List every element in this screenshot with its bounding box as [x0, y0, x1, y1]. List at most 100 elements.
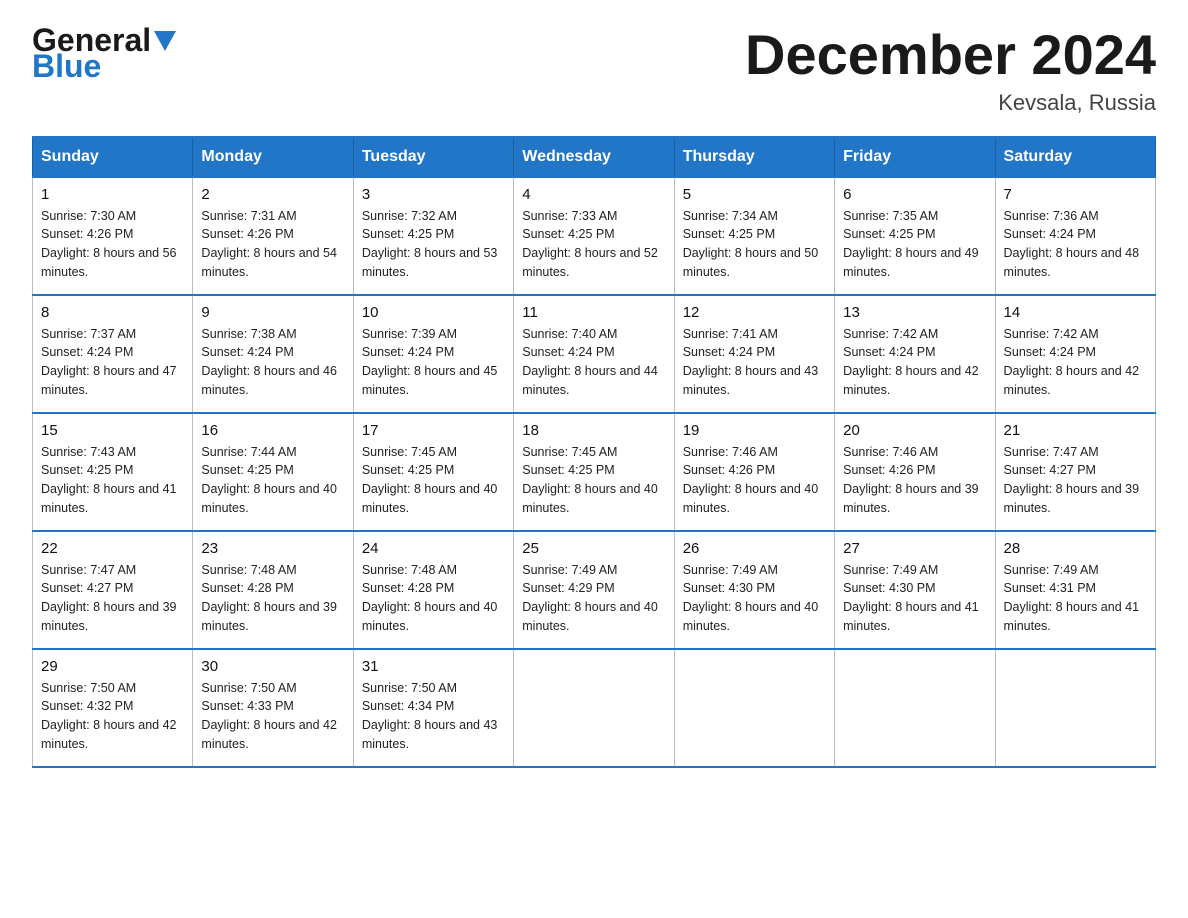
day-number: 3 — [362, 186, 505, 203]
day-info: Sunrise: 7:42 AMSunset: 4:24 PMDaylight:… — [843, 327, 979, 397]
calendar-cell: 18 Sunrise: 7:45 AMSunset: 4:25 PMDaylig… — [514, 413, 674, 531]
day-number: 15 — [41, 422, 184, 439]
calendar-cell: 26 Sunrise: 7:49 AMSunset: 4:30 PMDaylig… — [674, 531, 834, 649]
day-info: Sunrise: 7:33 AMSunset: 4:25 PMDaylight:… — [522, 209, 658, 279]
day-info: Sunrise: 7:37 AMSunset: 4:24 PMDaylight:… — [41, 327, 177, 397]
day-info: Sunrise: 7:50 AMSunset: 4:32 PMDaylight:… — [41, 681, 177, 751]
day-info: Sunrise: 7:41 AMSunset: 4:24 PMDaylight:… — [683, 327, 819, 397]
calendar-cell: 2 Sunrise: 7:31 AMSunset: 4:26 PMDayligh… — [193, 177, 353, 295]
day-number: 22 — [41, 540, 184, 557]
calendar-header-saturday: Saturday — [995, 137, 1155, 177]
calendar-header-friday: Friday — [835, 137, 995, 177]
day-number: 24 — [362, 540, 505, 557]
day-info: Sunrise: 7:48 AMSunset: 4:28 PMDaylight:… — [362, 563, 498, 633]
calendar-header-thursday: Thursday — [674, 137, 834, 177]
calendar-week-row: 15 Sunrise: 7:43 AMSunset: 4:25 PMDaylig… — [33, 413, 1156, 531]
calendar-cell: 28 Sunrise: 7:49 AMSunset: 4:31 PMDaylig… — [995, 531, 1155, 649]
calendar-cell: 17 Sunrise: 7:45 AMSunset: 4:25 PMDaylig… — [353, 413, 513, 531]
day-info: Sunrise: 7:38 AMSunset: 4:24 PMDaylight:… — [201, 327, 337, 397]
page-header: General Blue December 2024 Kevsala, Russ… — [32, 24, 1156, 116]
calendar-cell — [995, 649, 1155, 767]
calendar-table: SundayMondayTuesdayWednesdayThursdayFrid… — [32, 136, 1156, 768]
location-subtitle: Kevsala, Russia — [745, 90, 1156, 116]
calendar-cell: 13 Sunrise: 7:42 AMSunset: 4:24 PMDaylig… — [835, 295, 995, 413]
day-number: 17 — [362, 422, 505, 439]
calendar-week-row: 8 Sunrise: 7:37 AMSunset: 4:24 PMDayligh… — [33, 295, 1156, 413]
day-number: 10 — [362, 304, 505, 321]
calendar-week-row: 22 Sunrise: 7:47 AMSunset: 4:27 PMDaylig… — [33, 531, 1156, 649]
day-info: Sunrise: 7:49 AMSunset: 4:29 PMDaylight:… — [522, 563, 658, 633]
day-number: 12 — [683, 304, 826, 321]
title-block: December 2024 Kevsala, Russia — [745, 24, 1156, 116]
day-info: Sunrise: 7:34 AMSunset: 4:25 PMDaylight:… — [683, 209, 819, 279]
day-info: Sunrise: 7:40 AMSunset: 4:24 PMDaylight:… — [522, 327, 658, 397]
calendar-cell: 7 Sunrise: 7:36 AMSunset: 4:24 PMDayligh… — [995, 177, 1155, 295]
day-number: 29 — [41, 658, 184, 675]
day-number: 30 — [201, 658, 344, 675]
day-info: Sunrise: 7:50 AMSunset: 4:34 PMDaylight:… — [362, 681, 498, 751]
calendar-header-wednesday: Wednesday — [514, 137, 674, 177]
calendar-cell: 3 Sunrise: 7:32 AMSunset: 4:25 PMDayligh… — [353, 177, 513, 295]
calendar-header-row: SundayMondayTuesdayWednesdayThursdayFrid… — [33, 137, 1156, 177]
calendar-cell: 20 Sunrise: 7:46 AMSunset: 4:26 PMDaylig… — [835, 413, 995, 531]
calendar-cell: 29 Sunrise: 7:50 AMSunset: 4:32 PMDaylig… — [33, 649, 193, 767]
calendar-cell — [514, 649, 674, 767]
day-info: Sunrise: 7:35 AMSunset: 4:25 PMDaylight:… — [843, 209, 979, 279]
day-info: Sunrise: 7:50 AMSunset: 4:33 PMDaylight:… — [201, 681, 337, 751]
calendar-cell: 21 Sunrise: 7:47 AMSunset: 4:27 PMDaylig… — [995, 413, 1155, 531]
day-number: 18 — [522, 422, 665, 439]
day-info: Sunrise: 7:31 AMSunset: 4:26 PMDaylight:… — [201, 209, 337, 279]
day-info: Sunrise: 7:42 AMSunset: 4:24 PMDaylight:… — [1004, 327, 1140, 397]
day-info: Sunrise: 7:46 AMSunset: 4:26 PMDaylight:… — [683, 445, 819, 515]
calendar-cell: 25 Sunrise: 7:49 AMSunset: 4:29 PMDaylig… — [514, 531, 674, 649]
calendar-cell: 14 Sunrise: 7:42 AMSunset: 4:24 PMDaylig… — [995, 295, 1155, 413]
calendar-cell: 10 Sunrise: 7:39 AMSunset: 4:24 PMDaylig… — [353, 295, 513, 413]
calendar-header-tuesday: Tuesday — [353, 137, 513, 177]
day-number: 6 — [843, 186, 986, 203]
calendar-header-sunday: Sunday — [33, 137, 193, 177]
day-number: 31 — [362, 658, 505, 675]
day-info: Sunrise: 7:47 AMSunset: 4:27 PMDaylight:… — [41, 563, 177, 633]
calendar-week-row: 1 Sunrise: 7:30 AMSunset: 4:26 PMDayligh… — [33, 177, 1156, 295]
day-info: Sunrise: 7:47 AMSunset: 4:27 PMDaylight:… — [1004, 445, 1140, 515]
day-number: 21 — [1004, 422, 1147, 439]
day-info: Sunrise: 7:49 AMSunset: 4:31 PMDaylight:… — [1004, 563, 1140, 633]
day-number: 28 — [1004, 540, 1147, 557]
calendar-cell: 6 Sunrise: 7:35 AMSunset: 4:25 PMDayligh… — [835, 177, 995, 295]
day-number: 5 — [683, 186, 826, 203]
calendar-week-row: 29 Sunrise: 7:50 AMSunset: 4:32 PMDaylig… — [33, 649, 1156, 767]
calendar-cell: 1 Sunrise: 7:30 AMSunset: 4:26 PMDayligh… — [33, 177, 193, 295]
day-number: 27 — [843, 540, 986, 557]
calendar-cell: 23 Sunrise: 7:48 AMSunset: 4:28 PMDaylig… — [193, 531, 353, 649]
day-info: Sunrise: 7:32 AMSunset: 4:25 PMDaylight:… — [362, 209, 498, 279]
day-info: Sunrise: 7:30 AMSunset: 4:26 PMDaylight:… — [41, 209, 177, 279]
day-number: 26 — [683, 540, 826, 557]
calendar-cell: 4 Sunrise: 7:33 AMSunset: 4:25 PMDayligh… — [514, 177, 674, 295]
calendar-cell: 15 Sunrise: 7:43 AMSunset: 4:25 PMDaylig… — [33, 413, 193, 531]
month-year-title: December 2024 — [745, 24, 1156, 86]
calendar-cell: 16 Sunrise: 7:44 AMSunset: 4:25 PMDaylig… — [193, 413, 353, 531]
calendar-cell: 31 Sunrise: 7:50 AMSunset: 4:34 PMDaylig… — [353, 649, 513, 767]
day-info: Sunrise: 7:44 AMSunset: 4:25 PMDaylight:… — [201, 445, 337, 515]
day-number: 20 — [843, 422, 986, 439]
calendar-cell: 19 Sunrise: 7:46 AMSunset: 4:26 PMDaylig… — [674, 413, 834, 531]
calendar-cell: 30 Sunrise: 7:50 AMSunset: 4:33 PMDaylig… — [193, 649, 353, 767]
calendar-cell: 11 Sunrise: 7:40 AMSunset: 4:24 PMDaylig… — [514, 295, 674, 413]
logo: General Blue — [32, 24, 176, 82]
calendar-cell: 12 Sunrise: 7:41 AMSunset: 4:24 PMDaylig… — [674, 295, 834, 413]
calendar-cell: 5 Sunrise: 7:34 AMSunset: 4:25 PMDayligh… — [674, 177, 834, 295]
calendar-cell: 22 Sunrise: 7:47 AMSunset: 4:27 PMDaylig… — [33, 531, 193, 649]
day-number: 11 — [522, 304, 665, 321]
calendar-cell: 8 Sunrise: 7:37 AMSunset: 4:24 PMDayligh… — [33, 295, 193, 413]
calendar-cell — [835, 649, 995, 767]
calendar-cell: 27 Sunrise: 7:49 AMSunset: 4:30 PMDaylig… — [835, 531, 995, 649]
day-info: Sunrise: 7:49 AMSunset: 4:30 PMDaylight:… — [683, 563, 819, 633]
day-number: 4 — [522, 186, 665, 203]
day-info: Sunrise: 7:49 AMSunset: 4:30 PMDaylight:… — [843, 563, 979, 633]
day-info: Sunrise: 7:45 AMSunset: 4:25 PMDaylight:… — [522, 445, 658, 515]
day-number: 23 — [201, 540, 344, 557]
day-number: 25 — [522, 540, 665, 557]
day-number: 9 — [201, 304, 344, 321]
logo-blue-text: Blue — [32, 50, 176, 82]
day-number: 19 — [683, 422, 826, 439]
